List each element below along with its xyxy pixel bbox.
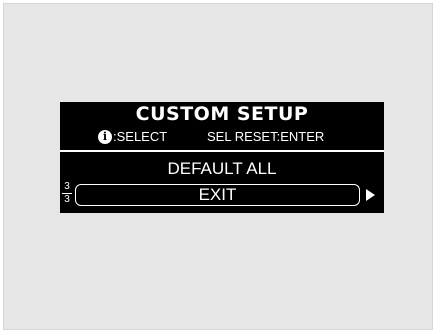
hint-bar: i :SELECT SEL RESET:ENTER [60,127,384,147]
page-current: 3 [64,181,70,192]
reset-enter-hint: SEL RESET:ENTER [207,129,325,144]
page-indicator: 3 3 [62,182,72,205]
divider [60,150,384,152]
select-hint: :SELECT [113,129,168,144]
right-arrow-icon [366,189,375,201]
display-screen: CUSTOM SETUP i :SELECT SEL RESET:ENTER D… [60,102,384,213]
menu-item-exit[interactable]: EXIT [75,184,360,206]
device-frame: CUSTOM SETUP i :SELECT SEL RESET:ENTER D… [3,3,433,330]
info-icon: i [98,130,112,144]
screen-title: CUSTOM SETUP [135,103,309,125]
page-total: 3 [64,194,70,205]
menu-item-default-all[interactable]: DEFAULT ALL [60,158,384,180]
